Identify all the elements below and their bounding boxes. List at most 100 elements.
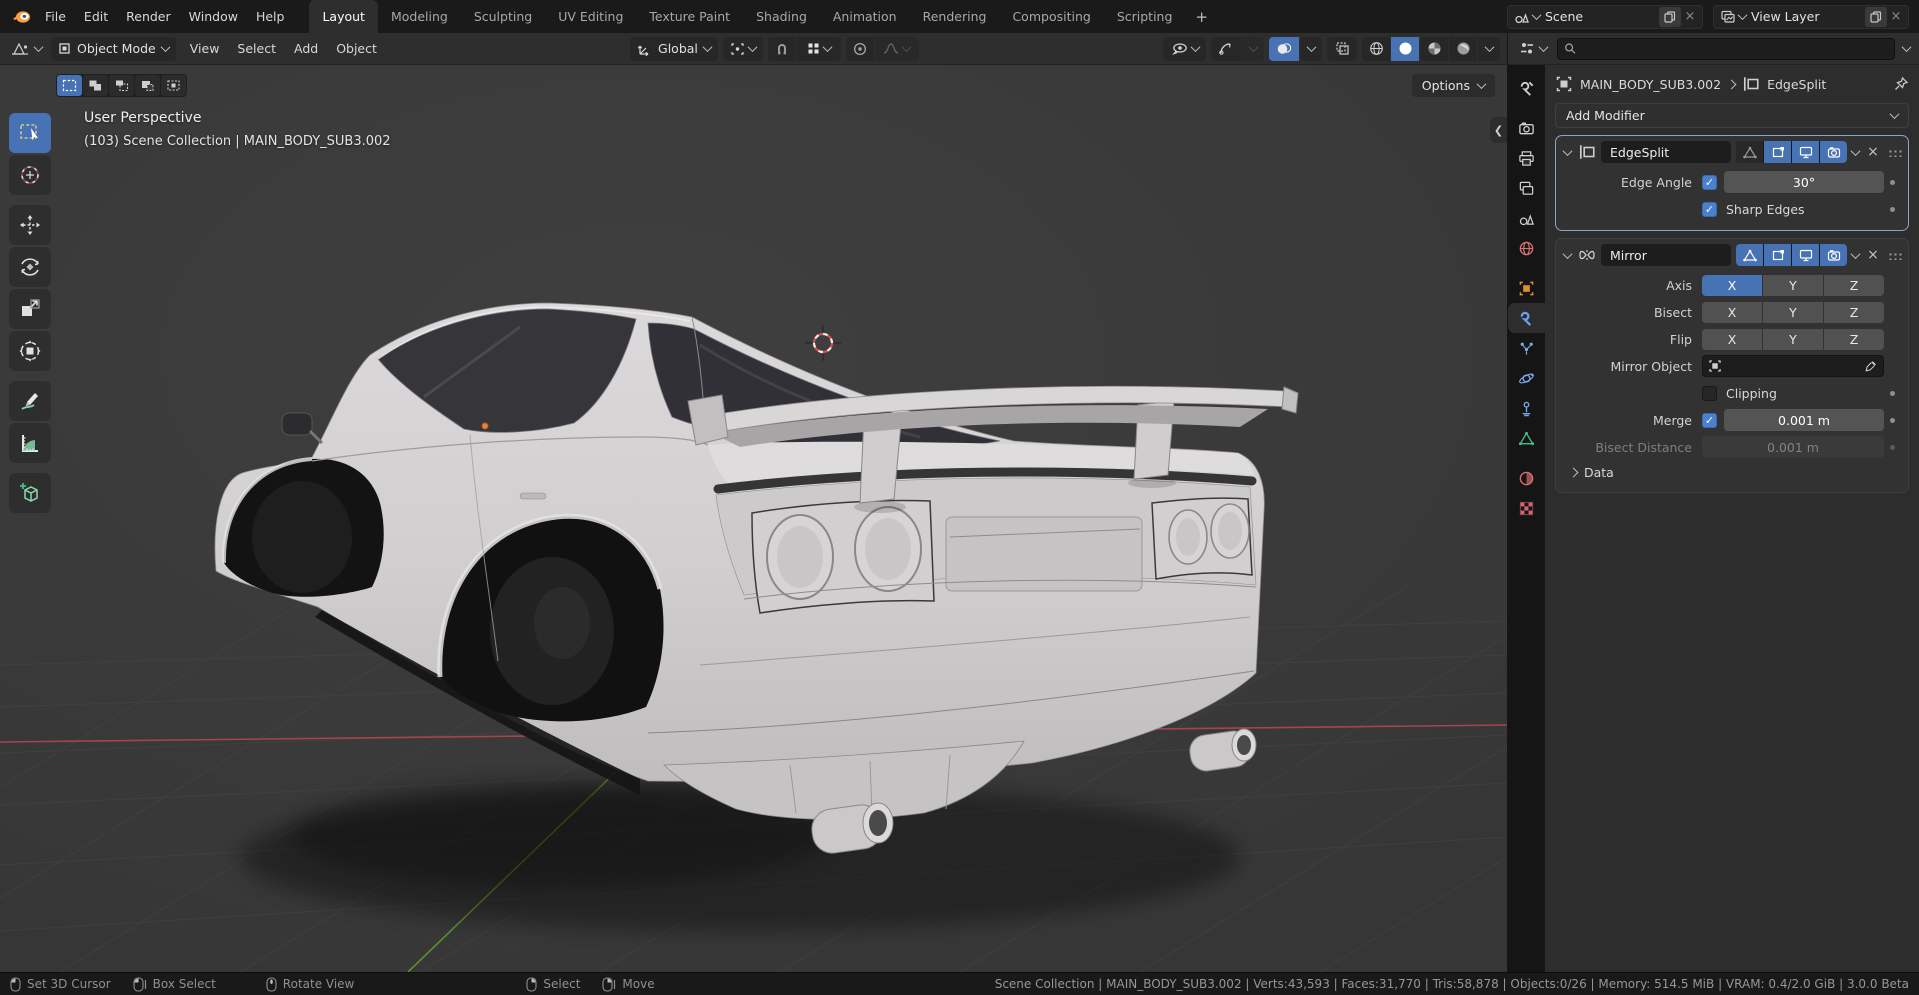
menu-edit[interactable]: Edit <box>75 5 117 28</box>
remove-view-layer-button[interactable]: × <box>1887 7 1905 27</box>
add-cube-tool-button[interactable] <box>9 473 51 513</box>
bisect-x-button[interactable]: X <box>1702 301 1762 323</box>
pin-id-button[interactable] <box>1893 76 1909 92</box>
merge-value-field[interactable]: 0.001 m <box>1724 409 1884 431</box>
options-button[interactable]: Options <box>1411 74 1495 97</box>
show-on-cage-toggle[interactable] <box>1736 141 1763 163</box>
workspace-tab-layout[interactable]: Layout <box>309 0 378 33</box>
car-model[interactable] <box>214 302 1299 856</box>
delete-modifier-button[interactable]: × <box>1864 247 1882 263</box>
expand-panel-chevron[interactable] <box>1562 145 1573 156</box>
shading-material-button[interactable] <box>1420 36 1448 61</box>
tab-output[interactable] <box>1508 143 1545 173</box>
object-type-visibility-selector[interactable] <box>1163 36 1206 61</box>
transform-orientation-selector[interactable]: Global <box>630 36 718 61</box>
properties-search-box[interactable] <box>1557 37 1895 60</box>
tab-tool[interactable] <box>1508 73 1545 103</box>
select-mode-extend-button[interactable] <box>83 75 108 96</box>
show-in-editmode-toggle[interactable] <box>1764 141 1791 163</box>
menu-help[interactable]: Help <box>247 5 294 28</box>
select-mode-invert-button[interactable] <box>135 75 160 96</box>
show-in-viewport-toggle[interactable] <box>1792 244 1819 266</box>
tab-view-layer[interactable] <box>1508 173 1545 203</box>
modifier-extras-menu[interactable] <box>1850 248 1861 259</box>
bisect-distance-value-field[interactable]: 0.001 m <box>1702 436 1884 458</box>
animate-property-dot[interactable] <box>1889 444 1895 450</box>
add-workspace-button[interactable]: + <box>1185 0 1218 33</box>
scale-tool-button[interactable] <box>9 289 51 329</box>
tab-world[interactable] <box>1508 233 1545 263</box>
data-subpanel-toggle[interactable]: Data <box>1564 463 1900 482</box>
shading-solid-button[interactable] <box>1391 36 1419 61</box>
modifier-name-field[interactable]: EdgeSplit <box>1601 141 1731 163</box>
animate-property-dot[interactable] <box>1889 417 1895 423</box>
workspace-tab-compositing[interactable]: Compositing <box>999 0 1103 33</box>
snap-toggle-button[interactable] <box>767 36 796 61</box>
edge-angle-value-field[interactable]: 30° <box>1724 171 1884 193</box>
animate-property-dot[interactable] <box>1889 390 1895 396</box>
menu-render[interactable]: Render <box>117 5 180 28</box>
search-input[interactable] <box>1582 41 1888 56</box>
scene-selector[interactable]: Scene × <box>1507 4 1703 29</box>
tab-object-data[interactable] <box>1508 423 1545 453</box>
animate-property-dot[interactable] <box>1889 179 1895 185</box>
editor-type-selector[interactable] <box>7 37 46 61</box>
drag-handle-icon[interactable] <box>1887 250 1902 260</box>
select-mode-subtract-button[interactable] <box>109 75 134 96</box>
tab-scene[interactable] <box>1508 203 1545 233</box>
eyedropper-icon[interactable] <box>1864 359 1878 373</box>
tab-particles[interactable] <box>1508 333 1545 363</box>
flip-z-button[interactable]: Z <box>1824 328 1884 350</box>
axis-x-button[interactable]: X <box>1702 274 1762 296</box>
new-scene-button[interactable] <box>1659 6 1681 27</box>
workspace-tab-rendering[interactable]: Rendering <box>910 0 1000 33</box>
show-in-render-toggle[interactable] <box>1820 141 1847 163</box>
sharp-edges-checkbox[interactable]: ✓ <box>1702 201 1717 217</box>
select-mode-new-button[interactable] <box>57 75 82 96</box>
tweak-select-tool-button[interactable] <box>9 113 51 153</box>
animate-property-dot[interactable] <box>1889 206 1895 212</box>
axis-z-button[interactable]: Z <box>1824 274 1884 296</box>
gizmo-options-selector[interactable] <box>1242 36 1264 61</box>
xray-toggle[interactable] <box>1327 36 1357 61</box>
workspace-tab-sculpting[interactable]: Sculpting <box>461 0 545 33</box>
show-in-editmode-toggle[interactable] <box>1764 244 1791 266</box>
menu-add[interactable]: Add <box>285 37 327 60</box>
breadcrumb-modifier-name[interactable]: EdgeSplit <box>1767 77 1826 92</box>
overlay-options-selector[interactable] <box>1300 36 1322 61</box>
show-in-render-toggle[interactable] <box>1820 244 1847 266</box>
workspace-tab-shading[interactable]: Shading <box>743 0 820 33</box>
proportional-edit-toggle[interactable] <box>845 36 874 61</box>
add-modifier-button[interactable]: Add Modifier <box>1555 103 1909 128</box>
select-mode-intersect-button[interactable] <box>161 75 186 96</box>
breadcrumb-object-name[interactable]: MAIN_BODY_SUB3.002 <box>1580 77 1721 92</box>
tab-object[interactable] <box>1508 273 1545 303</box>
mode-selector[interactable]: Object Mode <box>51 36 176 61</box>
workspace-tab-texture-paint[interactable]: Texture Paint <box>636 0 743 33</box>
show-on-cage-toggle[interactable] <box>1736 244 1763 266</box>
workspace-tab-modeling[interactable]: Modeling <box>378 0 461 33</box>
delete-modifier-button[interactable]: × <box>1864 144 1882 160</box>
move-tool-button[interactable] <box>9 205 51 245</box>
tab-modifiers[interactable] <box>1508 303 1545 333</box>
show-gizmo-toggle[interactable] <box>1211 36 1241 61</box>
menu-select[interactable]: Select <box>228 37 285 60</box>
view-layer-selector[interactable]: View Layer × <box>1713 4 1909 29</box>
modifier-extras-menu[interactable] <box>1850 145 1861 156</box>
bisect-y-button[interactable]: Y <box>1763 301 1823 323</box>
transform-tool-button[interactable] <box>9 331 51 371</box>
bisect-z-button[interactable]: Z <box>1824 301 1884 323</box>
menu-object[interactable]: Object <box>327 37 386 60</box>
mirror-object-field[interactable] <box>1702 355 1884 377</box>
menu-window[interactable]: Window <box>180 5 247 28</box>
properties-editor-type-selector[interactable] <box>1517 37 1549 61</box>
tab-texture[interactable] <box>1508 493 1545 523</box>
tab-material[interactable] <box>1508 463 1545 493</box>
menu-view[interactable]: View <box>181 37 229 60</box>
edge-angle-checkbox[interactable]: ✓ <box>1702 174 1717 190</box>
new-view-layer-button[interactable] <box>1865 6 1887 27</box>
tab-constraints[interactable] <box>1508 393 1545 423</box>
workspace-tab-animation[interactable]: Animation <box>820 0 910 33</box>
flip-y-button[interactable]: Y <box>1763 328 1823 350</box>
show-overlays-toggle[interactable] <box>1269 36 1299 61</box>
